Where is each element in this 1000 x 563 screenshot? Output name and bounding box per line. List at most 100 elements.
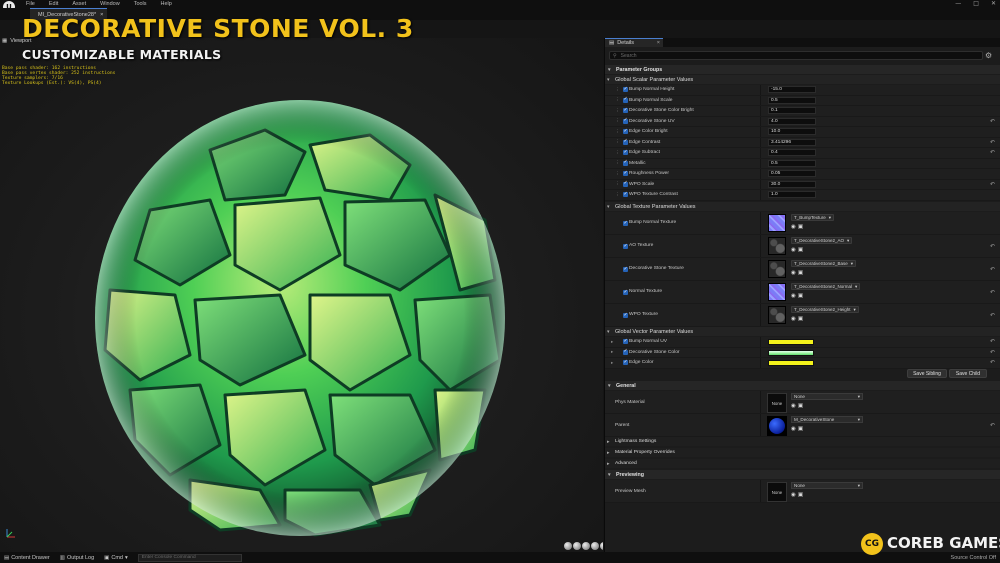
parent-dropdown[interactable]: M_DecorativeStone ▾ — [791, 416, 863, 423]
param-enabled-checkbox[interactable] — [623, 86, 628, 93]
param-value-input[interactable]: 0.5 — [768, 96, 816, 104]
param-value-input[interactable]: 0.1 — [768, 107, 816, 115]
lightmass-settings-section[interactable]: ▸ Lightmass Settings — [605, 437, 1000, 446]
param-enabled-checkbox[interactable] — [623, 220, 628, 226]
param-value-input[interactable]: 0.05 — [768, 170, 816, 178]
reorder-handle-icon[interactable]: ⋮ — [615, 108, 620, 114]
param-enabled-checkbox[interactable] — [623, 107, 628, 114]
details-search-input[interactable]: ⚲ Search — [609, 51, 983, 60]
reset-to-default-icon[interactable]: ↶ — [990, 359, 995, 366]
preview-cylinder-icon[interactable] — [564, 542, 572, 550]
parent-thumbnail[interactable] — [767, 416, 787, 436]
color-swatch[interactable] — [768, 360, 814, 366]
reset-to-default-icon[interactable]: ↶ — [990, 312, 995, 319]
cmd-selector[interactable]: ▣ Cmd ▾ — [104, 555, 128, 561]
reorder-handle-icon[interactable]: ⋮ — [615, 192, 620, 198]
browse-icon[interactable]: ◉ — [791, 316, 796, 322]
texture-dropdown[interactable]: T_DecorativeStone2_AO ▾ — [791, 237, 853, 244]
param-enabled-checkbox[interactable] — [623, 266, 628, 272]
reorder-handle-icon[interactable]: ⋮ — [615, 97, 620, 103]
source-control-status[interactable]: Source Control Off — [951, 552, 996, 563]
texture-dropdown[interactable]: T_DecorativeStone2_Height ▾ — [791, 306, 859, 313]
param-value-input[interactable]: 0.5 — [768, 159, 816, 167]
find-in-browser-icon[interactable]: ▣ — [798, 293, 803, 299]
preview-mesh-dropdown[interactable]: None ▾ — [791, 482, 863, 489]
browse-icon[interactable]: ◉ — [791, 426, 796, 432]
texture-dropdown[interactable]: T_DecorativeStone2_Base ▾ — [791, 260, 857, 267]
param-value-input[interactable]: 3.414296 — [768, 138, 816, 146]
reset-to-default-icon[interactable]: ↶ — [990, 181, 995, 188]
reset-to-default-icon[interactable]: ↶ — [990, 422, 995, 429]
menu-help[interactable]: Help — [161, 1, 172, 7]
param-enabled-checkbox[interactable] — [623, 312, 628, 318]
param-value-input[interactable]: 1.0 — [768, 191, 816, 199]
viewport[interactable]: ▦ Viewport Base pass shader: 162 instruc… — [0, 38, 603, 552]
param-enabled-checkbox[interactable] — [623, 138, 628, 145]
reset-to-default-icon[interactable]: ↶ — [990, 139, 995, 146]
reorder-handle-icon[interactable]: ⋮ — [615, 118, 620, 124]
texture-thumbnail[interactable] — [768, 260, 786, 278]
menu-edit[interactable]: Edit — [49, 1, 58, 7]
texture-dropdown[interactable]: T_BumpTexture ▾ — [791, 214, 835, 221]
param-enabled-checkbox[interactable] — [623, 243, 628, 249]
reset-to-default-icon[interactable]: ↶ — [990, 266, 995, 273]
reset-to-default-icon[interactable]: ↶ — [990, 338, 995, 345]
param-enabled-checkbox[interactable] — [623, 191, 628, 198]
param-value-input[interactable]: 10.0 — [768, 128, 816, 136]
previewing-header[interactable]: ▾ Previewing — [605, 470, 1000, 479]
texture-thumbnail[interactable] — [768, 214, 786, 232]
browse-icon[interactable]: ◉ — [791, 224, 796, 230]
param-value-input[interactable]: 0.4 — [768, 149, 816, 157]
browse-icon[interactable]: ◉ — [791, 270, 796, 276]
color-swatch[interactable] — [768, 349, 814, 356]
texture-thumbnail[interactable] — [768, 237, 786, 255]
param-enabled-checkbox[interactable] — [623, 180, 628, 187]
menu-window[interactable]: Window — [100, 1, 120, 7]
texture-thumbnail[interactable] — [768, 306, 786, 324]
preview-plane-icon[interactable] — [582, 542, 590, 550]
color-swatch[interactable] — [768, 339, 814, 345]
find-in-browser-icon[interactable]: ▣ — [798, 492, 803, 498]
scalar-group-header[interactable]: ▾ Global Scalar Parameter Values — [605, 75, 1000, 84]
find-in-browser-icon[interactable]: ▣ — [798, 316, 803, 322]
reorder-handle-icon[interactable]: ⋮ — [615, 87, 620, 93]
vector-group-header[interactable]: ▾ Global Vector Parameter Values — [605, 327, 1000, 336]
reorder-handle-icon[interactable]: ⋮ — [615, 160, 620, 166]
texture-thumbnail[interactable] — [768, 283, 786, 301]
param-enabled-checkbox[interactable] — [623, 359, 628, 366]
console-input[interactable]: Enter Console Command — [137, 553, 242, 562]
preview-mesh-icon[interactable] — [600, 542, 603, 550]
output-log-button[interactable]: ▥ Output Log — [60, 555, 94, 561]
param-enabled-checkbox[interactable] — [623, 159, 628, 166]
settings-gear-icon[interactable]: ⚙ — [985, 51, 992, 60]
reorder-handle-icon[interactable]: ⋮ — [615, 129, 620, 135]
texture-group-header[interactable]: ▾ Global Texture Parameter Values — [605, 202, 1000, 211]
find-in-browser-icon[interactable]: ▣ — [798, 224, 803, 230]
reorder-handle-icon[interactable]: ⋮ — [615, 171, 620, 177]
find-in-browser-icon[interactable]: ▣ — [798, 247, 803, 253]
param-enabled-checkbox[interactable] — [623, 128, 628, 135]
phys-material-thumbnail[interactable]: None — [767, 393, 787, 413]
details-tab[interactable]: ▤ Details × — [605, 38, 663, 47]
menu-asset[interactable]: Asset — [72, 1, 86, 7]
maximize-icon[interactable]: □ — [973, 0, 979, 7]
material-property-overrides-section[interactable]: ▸ Material Property Overrides — [605, 448, 1000, 457]
reset-to-default-icon[interactable]: ↶ — [990, 149, 995, 156]
reset-to-default-icon[interactable]: ↶ — [990, 243, 995, 250]
find-in-browser-icon[interactable]: ▣ — [798, 270, 803, 276]
param-enabled-checkbox[interactable] — [623, 149, 628, 156]
param-enabled-checkbox[interactable] — [623, 338, 628, 345]
param-enabled-checkbox[interactable] — [623, 117, 628, 124]
param-enabled-checkbox[interactable] — [623, 170, 628, 177]
chevron-right-icon[interactable]: ▸ — [611, 360, 613, 366]
texture-dropdown[interactable]: T_DecorativeStone2_Normal ▾ — [791, 283, 861, 290]
param-enabled-checkbox[interactable] — [623, 289, 628, 295]
find-in-browser-icon[interactable]: ▣ — [798, 426, 803, 432]
parameter-groups-header[interactable]: ▾ Parameter Groups — [605, 65, 1000, 74]
save-sibling-button[interactable]: Save Sibling — [907, 369, 947, 378]
preview-cube-icon[interactable] — [591, 542, 599, 550]
param-value-input[interactable]: 4.0 — [768, 117, 816, 125]
preview-sphere-icon[interactable] — [573, 542, 581, 550]
advanced-section[interactable]: ▸ Advanced — [605, 459, 1000, 468]
find-in-browser-icon[interactable]: ▣ — [798, 403, 803, 409]
